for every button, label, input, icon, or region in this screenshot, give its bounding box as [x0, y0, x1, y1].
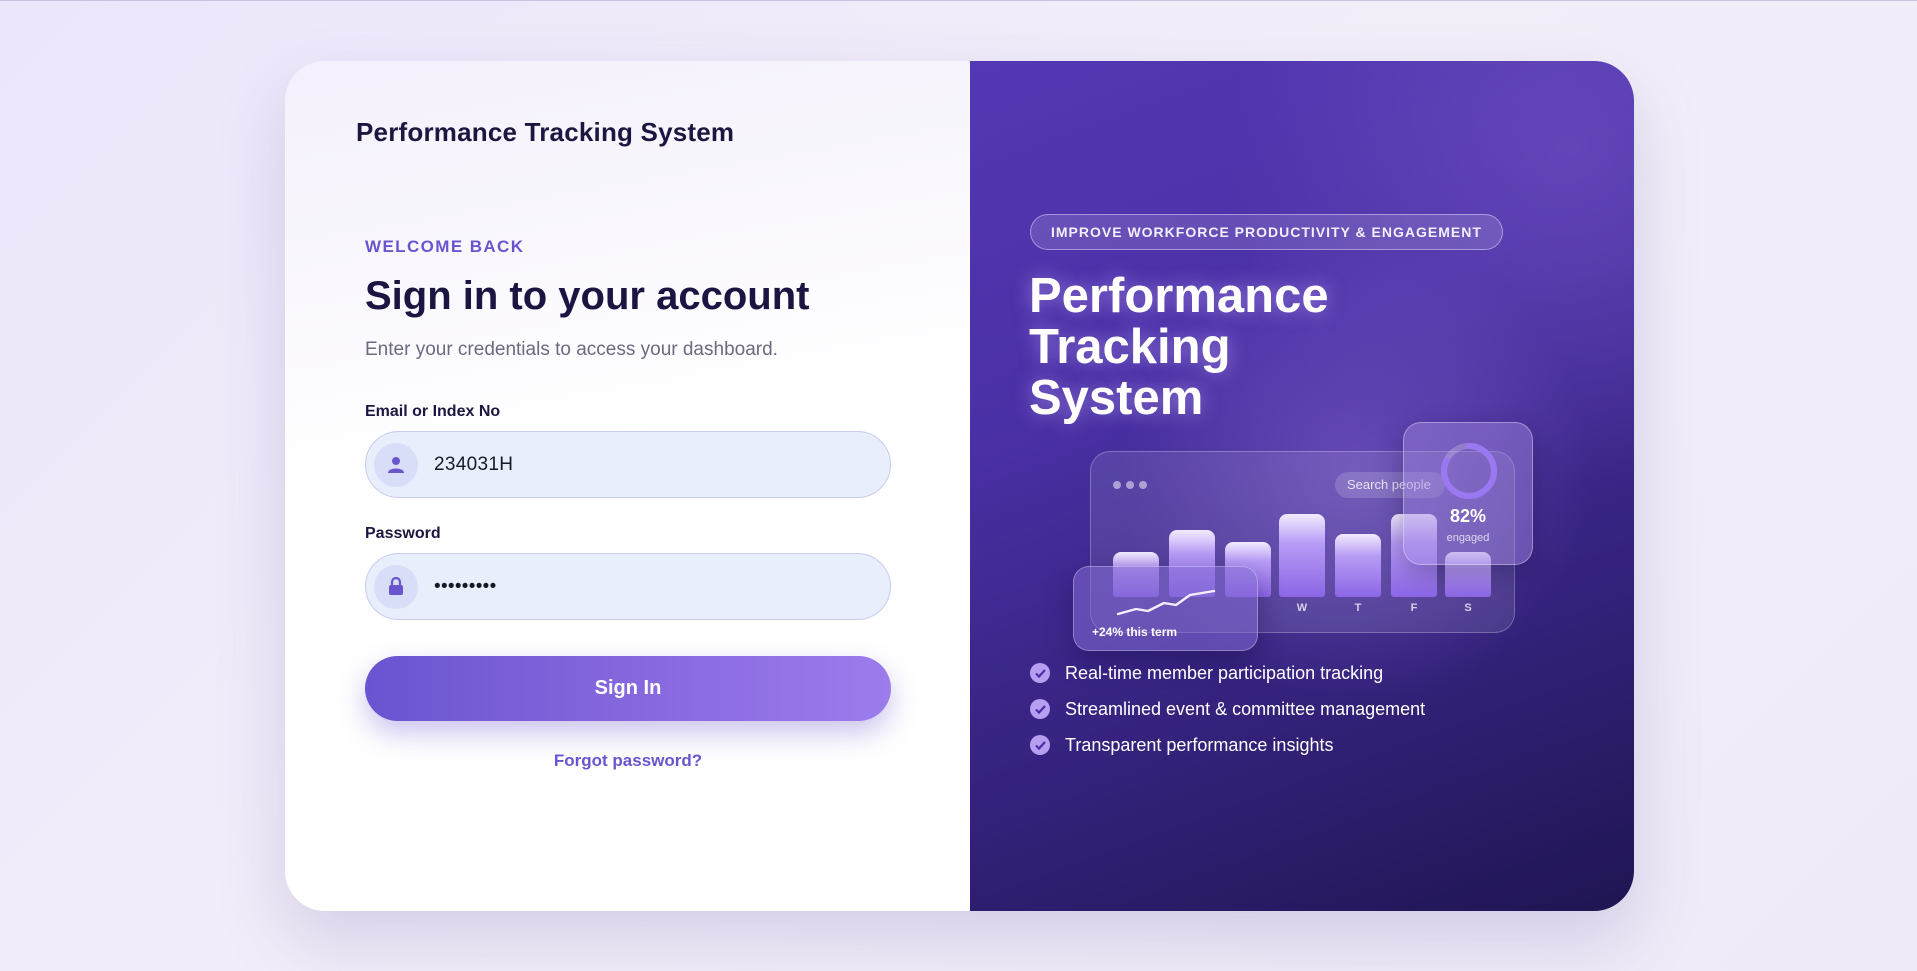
feature-text: Streamlined event & committee management	[1065, 698, 1426, 719]
feature-text: Real-time member participation tracking	[1065, 662, 1384, 683]
user-icon	[374, 442, 418, 487]
brand-title: Performance Tracking System	[356, 117, 735, 147]
check-circle-icon	[1030, 699, 1050, 719]
sign-in-form: WELCOME BACK Sign in to your account Ent…	[365, 237, 891, 771]
trend-line-icon	[1116, 589, 1216, 616]
page-subtitle: Enter your credentials to access your da…	[365, 339, 778, 360]
email-field[interactable]: 234031H	[365, 431, 891, 498]
engagement-value: 82%	[1449, 506, 1487, 526]
feature-text: Transparent performance insights	[1065, 734, 1334, 755]
login-panel: Performance Tracking System WELCOME BACK…	[285, 61, 970, 911]
page-title: Sign in to your account	[365, 274, 810, 318]
trend-label: +24% this term	[1092, 625, 1178, 639]
feature-item: Streamlined event & committee management	[1030, 698, 1425, 720]
window-dots	[1113, 481, 1147, 489]
password-value[interactable]: •••••••••	[434, 576, 497, 598]
password-label: Password	[365, 525, 441, 542]
welcome-eyebrow: WELCOME BACK	[365, 237, 525, 256]
promo-title-line: Tracking	[1029, 320, 1231, 374]
email-value[interactable]: 234031H	[434, 454, 513, 476]
promo-badge: IMPROVE WORKFORCE PRODUCTIVITY & ENGAGEM…	[1030, 214, 1503, 250]
check-circle-icon	[1030, 735, 1050, 755]
password-field[interactable]: •••••••••	[365, 553, 891, 620]
engagement-caption: engaged	[1446, 532, 1490, 544]
promo-title-line: System	[1029, 371, 1204, 425]
chart-day-label: F	[1410, 602, 1418, 614]
promo-panel: IMPROVE WORKFORCE PRODUCTIVITY & ENGAGEM…	[970, 61, 1634, 911]
feature-item: Transparent performance insights	[1030, 734, 1425, 756]
engagement-card: 82% engaged	[1403, 422, 1533, 565]
trend-card: +24% this term	[1073, 566, 1258, 651]
top-border	[0, 0, 1917, 1]
login-card: Performance Tracking System WELCOME BACK…	[285, 61, 1634, 911]
chart-day-label: S	[1464, 602, 1472, 614]
sign-in-button[interactable]: Sign In	[365, 656, 891, 721]
lock-icon	[374, 564, 418, 609]
chart-bar	[1335, 534, 1381, 597]
email-label: Email or Index No	[365, 403, 501, 420]
progress-ring-icon	[1441, 443, 1497, 499]
feature-item: Real-time member participation tracking	[1030, 662, 1425, 684]
promo-title-line: Performance	[1029, 269, 1329, 323]
chart-day-label: W	[1296, 602, 1308, 614]
promo-title: Performance Tracking System	[1029, 271, 1429, 424]
chart-day-label: T	[1354, 602, 1362, 614]
chart-bar	[1279, 514, 1325, 597]
feature-list: Real-time member participation tracking …	[1030, 662, 1425, 770]
check-circle-icon	[1030, 663, 1050, 683]
forgot-password-link[interactable]: Forgot password?	[365, 751, 891, 771]
